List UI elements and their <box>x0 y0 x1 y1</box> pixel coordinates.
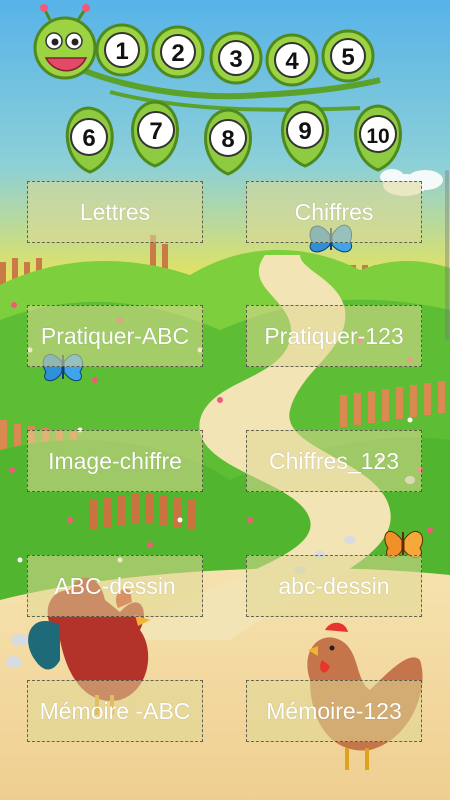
abc-dessin-upper-button[interactable]: ABC-dessin <box>27 555 203 617</box>
number-6: 6 <box>82 125 95 152</box>
number-5: 5 <box>341 44 354 71</box>
orange-butterfly-icon <box>384 530 424 558</box>
number-9: 9 <box>298 118 311 145</box>
number-7: 7 <box>149 118 162 145</box>
abc-dessin-lower-button[interactable]: abc-dessin <box>246 555 422 617</box>
chiffres-button[interactable]: Chiffres <box>246 181 422 243</box>
pratiquer-123-button[interactable]: Pratiquer-123 <box>246 305 422 367</box>
memoire-123-button[interactable]: Mémoire-123 <box>246 680 422 742</box>
number-10: 10 <box>366 125 389 148</box>
image-chiffre-button[interactable]: Image-chiffre <box>27 430 203 492</box>
scrollbar[interactable] <box>445 170 449 340</box>
number-3: 3 <box>229 46 242 73</box>
number-2: 2 <box>171 40 184 67</box>
lettres-button[interactable]: Lettres <box>27 181 203 243</box>
memoire-abc-button[interactable]: Mémoire -ABC <box>27 680 203 742</box>
number-4: 4 <box>285 48 299 75</box>
pratiquer-abc-button[interactable]: Pratiquer-ABC <box>27 305 203 367</box>
number-8: 8 <box>221 126 234 153</box>
number-1: 1 <box>115 38 128 65</box>
main-screen: 1 2 3 4 5 6 7 8 9 10 Lettres Chiffres Pr… <box>0 0 450 800</box>
chiffres-123-button[interactable]: Chiffres_123 <box>246 430 422 492</box>
